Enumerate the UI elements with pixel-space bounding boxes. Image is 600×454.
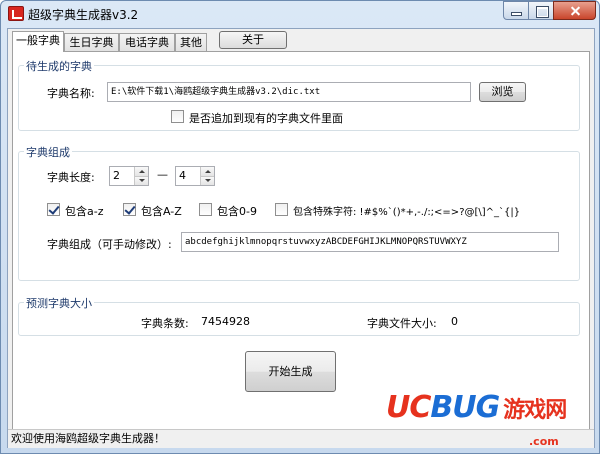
append-label: 是否追加到现有的字典文件里面 (189, 112, 343, 125)
group-title: 预测字典大小 (24, 295, 94, 311)
tab-phone[interactable]: 电话字典 (119, 33, 175, 51)
status-text: 欢迎使用海鸥超级字典生成器！ (11, 432, 165, 445)
app-window: 超级字典生成器v3.2 一般字典 生日字典 电话字典 其他 关于 待生成的字典 … (0, 0, 600, 454)
entry-count-label: 字典条数: (141, 317, 189, 330)
about-button[interactable]: 关于 (219, 31, 287, 49)
group-title: 待生成的字典 (24, 58, 94, 74)
start-generate-button[interactable]: 开始生成 (245, 351, 336, 392)
file-size-label: 字典文件大小: (367, 317, 437, 330)
chevron-down-icon[interactable] (134, 176, 148, 185)
size-estimate-group: 预测字典大小 字典条数: 7454928 字典文件大小: 0 (18, 295, 580, 336)
watermark-url: .com (529, 435, 559, 448)
tab-general[interactable]: 一般字典 (12, 31, 64, 52)
min-length-spinner[interactable]: 2 (109, 166, 149, 186)
status-bar: 欢迎使用海鸥超级字典生成器！ (8, 429, 594, 448)
composition-input[interactable]: abcdefghijklmnopqrstuvwxyzABCDEFGHIJKLMN… (181, 232, 559, 252)
special-chars-label: 包含特殊字符: !#$%`()*+,-./:;<=>?@[\]^_`{|} (293, 207, 521, 218)
dictionary-composition-group: 字典组成 字典长度: 2 — 4 包含a-z 包含A-Z 包含0-9 包含特殊字… (18, 144, 580, 281)
chevron-up-icon[interactable] (134, 167, 148, 176)
window-title: 超级字典生成器v3.2 (28, 8, 139, 22)
digits-checkbox[interactable] (199, 203, 212, 216)
entry-count-value: 7454928 (201, 315, 250, 328)
minimize-button[interactable] (503, 1, 529, 20)
pending-dictionary-group: 待生成的字典 字典名称: E:\软件下载1\海鸥超级字典生成器v3.2\dic.… (18, 58, 580, 131)
browse-button[interactable]: 浏览 (479, 82, 526, 102)
min-length-value: 2 (113, 169, 120, 182)
special-chars-checkbox[interactable] (275, 203, 288, 216)
max-length-value: 4 (179, 169, 186, 182)
composition-label: 字典组成（可手动修改）: (47, 238, 172, 251)
maximize-button[interactable] (528, 1, 554, 20)
lowercase-checkbox[interactable] (47, 203, 60, 216)
watermark-bug: BUG (430, 390, 500, 425)
uppercase-checkbox[interactable] (123, 203, 136, 216)
general-tab-panel: 待生成的字典 字典名称: E:\软件下载1\海鸥超级字典生成器v3.2\dic.… (12, 51, 590, 433)
uppercase-label: 包含A-Z (141, 205, 182, 218)
length-label: 字典长度: (47, 171, 95, 184)
title-bar[interactable]: 超级字典生成器v3.2 (1, 1, 599, 27)
digits-label: 包含0-9 (217, 205, 257, 218)
tab-other[interactable]: 其他 (175, 33, 207, 51)
client-area: 一般字典 生日字典 电话字典 其他 关于 待生成的字典 字典名称: E:\软件下… (7, 28, 595, 448)
max-length-spinner[interactable]: 4 (175, 166, 215, 186)
tab-birthday[interactable]: 生日字典 (64, 33, 119, 51)
file-size-value: 0 (451, 315, 458, 328)
length-separator: — (157, 168, 168, 181)
close-button[interactable] (553, 1, 596, 20)
lowercase-label: 包含a-z (65, 205, 104, 218)
dictionary-name-label: 字典名称: (47, 87, 95, 100)
group-title: 字典组成 (24, 144, 72, 160)
watermark-logo: UCBUG 游戏网 (386, 393, 567, 423)
app-icon (8, 6, 24, 21)
chevron-down-icon[interactable] (200, 176, 214, 185)
chevron-up-icon[interactable] (200, 167, 214, 176)
dictionary-path-input[interactable]: E:\软件下载1\海鸥超级字典生成器v3.2\dic.txt (107, 82, 471, 102)
append-checkbox[interactable] (171, 110, 184, 123)
watermark-uc: UC (386, 390, 431, 425)
watermark-cn: 游戏网 (503, 398, 567, 423)
